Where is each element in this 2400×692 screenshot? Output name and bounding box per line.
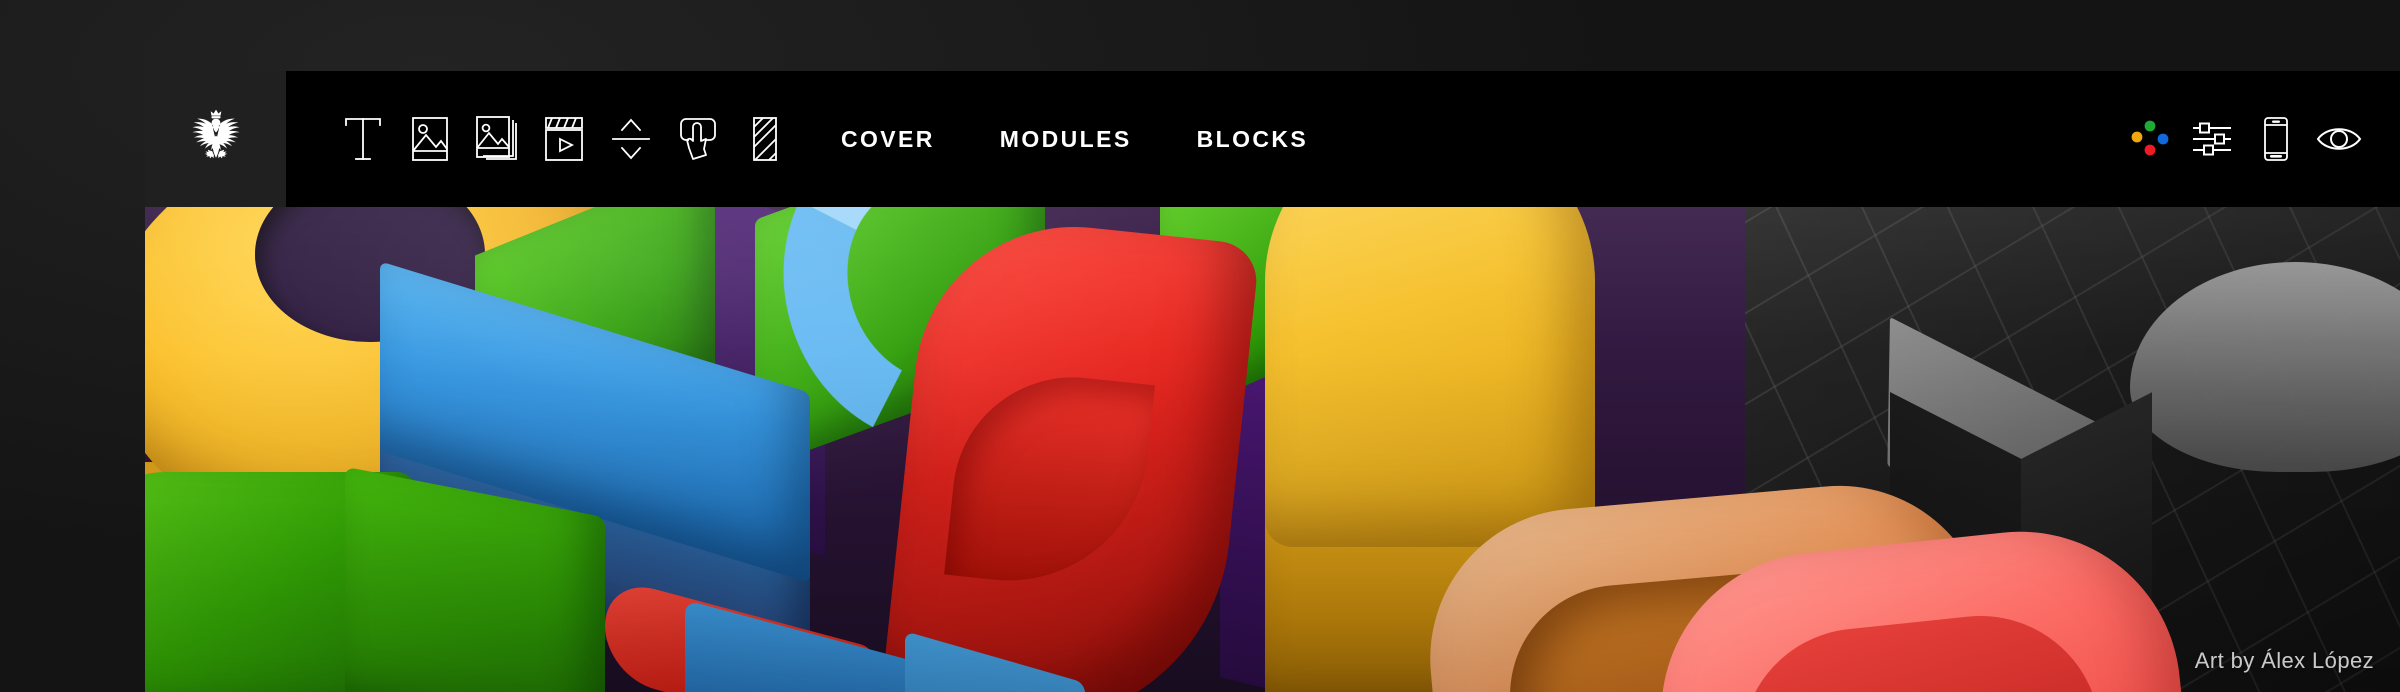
cover-canvas[interactable]: Art by Álex López — [145, 207, 2400, 692]
menu-item-modules[interactable]: MODULES — [1000, 126, 1132, 153]
eye-icon — [2316, 128, 2361, 150]
yellow-cylinder — [1265, 207, 1595, 547]
artwork-credit: Art by Álex López — [2194, 648, 2374, 673]
click-button-icon — [679, 118, 716, 160]
tool-video-button[interactable] — [530, 104, 597, 174]
heraldic-eagle-logo-icon — [191, 109, 240, 159]
cover-artwork — [145, 207, 2400, 692]
toolbar: COVER MODULES BLOCKS — [286, 71, 2400, 207]
app-root: COVER MODULES BLOCKS Art by Álex López — [0, 0, 2400, 692]
tool-icon-group — [329, 104, 798, 174]
tool-embed-button[interactable] — [731, 104, 798, 174]
tool-image-button[interactable] — [396, 104, 463, 174]
action-preview-button[interactable] — [2307, 104, 2370, 174]
menu-items: COVER MODULES BLOCKS — [841, 126, 1373, 153]
gallery-icon — [475, 116, 517, 160]
action-mobile-preview-button[interactable] — [2244, 104, 2307, 174]
image-icon — [411, 117, 448, 161]
sliders-icon — [2192, 122, 2231, 156]
video-clapper-icon — [544, 117, 583, 161]
menu-item-blocks[interactable]: BLOCKS — [1197, 126, 1309, 153]
tool-button-button[interactable] — [664, 104, 731, 174]
spacer-icon — [611, 118, 650, 160]
tool-text-button[interactable] — [329, 104, 396, 174]
mobile-icon — [2263, 117, 2288, 161]
menu-item-cover[interactable]: COVER — [841, 126, 935, 153]
color-dots-icon — [2131, 120, 2168, 156]
top-bar: COVER MODULES BLOCKS — [145, 71, 2400, 207]
editor-shell: COVER MODULES BLOCKS Art by Álex López — [145, 71, 2400, 692]
action-settings-button[interactable] — [2181, 104, 2244, 174]
hatched-block-icon — [752, 117, 777, 161]
tool-gallery-button[interactable] — [463, 104, 530, 174]
text-tool-icon — [344, 118, 381, 160]
toolbar-actions — [2118, 71, 2370, 207]
tool-spacer-button[interactable] — [597, 104, 664, 174]
brand-logo-panel[interactable] — [145, 71, 286, 207]
action-colors-button[interactable] — [2118, 104, 2181, 174]
